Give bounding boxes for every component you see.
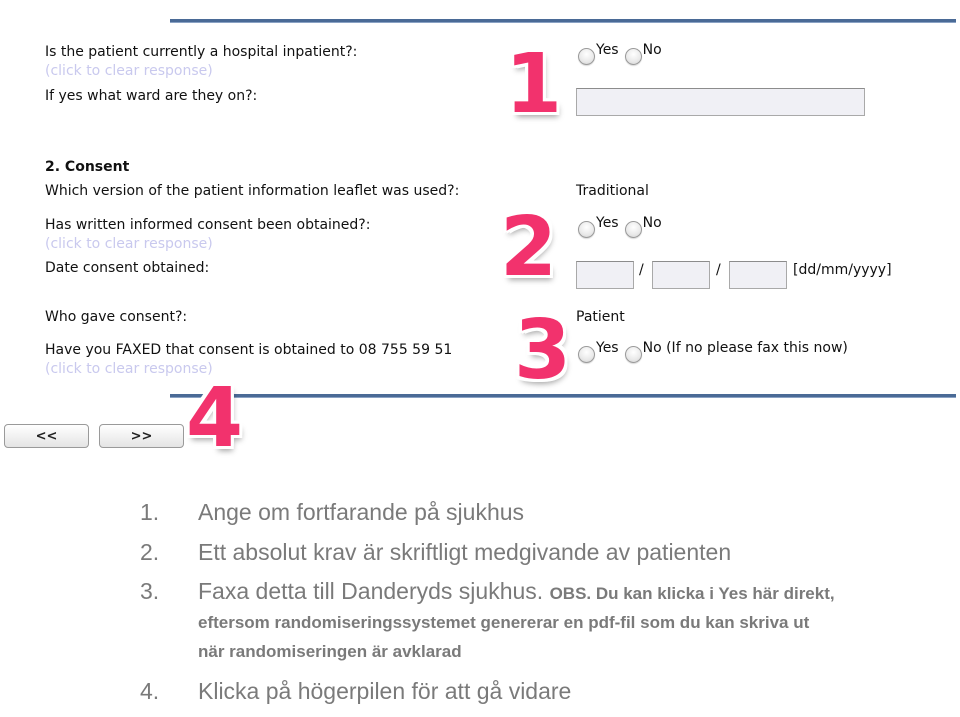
top-divider (170, 19, 956, 23)
inpatient-yes-radio[interactable] (578, 48, 595, 65)
instruction-item-4: 4. Klicka på högerpilen för att gå vidar… (140, 677, 838, 705)
written-consent-radio-group: Yes No (578, 215, 668, 238)
faxed-question: Have you FAXED that consent is obtained … (45, 342, 453, 358)
ward-input[interactable] (576, 88, 865, 116)
consent-heading: 2. Consent (45, 159, 130, 175)
faxed-no-radio[interactable] (624, 346, 642, 363)
faxed-yes-radio[interactable] (578, 346, 595, 363)
instruction-text: Faxa detta till Danderyds sjukhus. (198, 578, 544, 604)
date-separator: / (716, 262, 721, 278)
instruction-text: Ange om fortfarande på sjukhus (198, 499, 525, 525)
leaflet-question: Which version of the patient information… (45, 183, 460, 199)
date-month-input[interactable] (652, 261, 710, 289)
next-button[interactable]: >> (99, 424, 184, 448)
instruction-text: Klicka på högerpilen för att gå vidare (198, 678, 572, 704)
faxed-radio-group: Yes No (If no please fax this now) (578, 340, 854, 363)
inpatient-radio-group: Yes No (578, 42, 668, 65)
written-consent-yes-label[interactable]: Yes (596, 215, 619, 231)
faxed-no-label[interactable]: No (If no please fax this now) (643, 340, 848, 356)
annotation-badge-2: 2 (500, 200, 558, 295)
instruction-number: 1. (140, 499, 160, 525)
inpatient-clear-link[interactable]: (click to clear response) (45, 63, 213, 79)
inpatient-yes-label[interactable]: Yes (596, 42, 619, 58)
date-separator: / (639, 262, 644, 278)
who-question: Who gave consent?: (45, 309, 188, 325)
written-consent-no-radio[interactable] (624, 221, 642, 238)
back-button[interactable]: << (4, 424, 89, 448)
date-format-hint: [dd/mm/yyyy] (793, 262, 892, 278)
instruction-number: 3. (140, 578, 160, 604)
instruction-text: Ett absolut krav är skriftligt medgivand… (198, 539, 732, 565)
ward-question: If yes what ward are they on?: (45, 88, 258, 104)
written-consent-clear-link[interactable]: (click to clear response) (45, 236, 213, 252)
inpatient-no-label[interactable]: No (643, 42, 662, 58)
who-value: Patient (576, 309, 625, 325)
date-year-input[interactable] (729, 261, 787, 289)
instruction-number: 2. (140, 539, 160, 565)
date-question: Date consent obtained: (45, 260, 210, 276)
instruction-item-2: 2. Ett absolut krav är skriftligt medgiv… (140, 538, 838, 566)
annotation-badge-3: 3 (514, 303, 572, 398)
faxed-yes-label[interactable]: Yes (596, 340, 619, 356)
instruction-list: 1. Ange om fortfarande på sjukhus 2. Ett… (140, 498, 838, 717)
instruction-item-3: 3. Faxa detta till Danderyds sjukhus. OB… (140, 578, 838, 665)
instruction-item-1: 1. Ange om fortfarande på sjukhus (140, 498, 838, 526)
instruction-number: 4. (140, 678, 160, 704)
date-day-input[interactable] (576, 261, 634, 289)
inpatient-question: Is the patient currently a hospital inpa… (45, 44, 358, 60)
annotation-badge-4: 4 (186, 371, 244, 466)
written-consent-no-label[interactable]: No (643, 215, 662, 231)
leaflet-value: Traditional (576, 183, 649, 199)
annotation-badge-1: 1 (505, 37, 563, 132)
written-consent-yes-radio[interactable] (578, 221, 595, 238)
inpatient-no-radio[interactable] (624, 48, 642, 65)
written-consent-question: Has written informed consent been obtain… (45, 217, 371, 233)
